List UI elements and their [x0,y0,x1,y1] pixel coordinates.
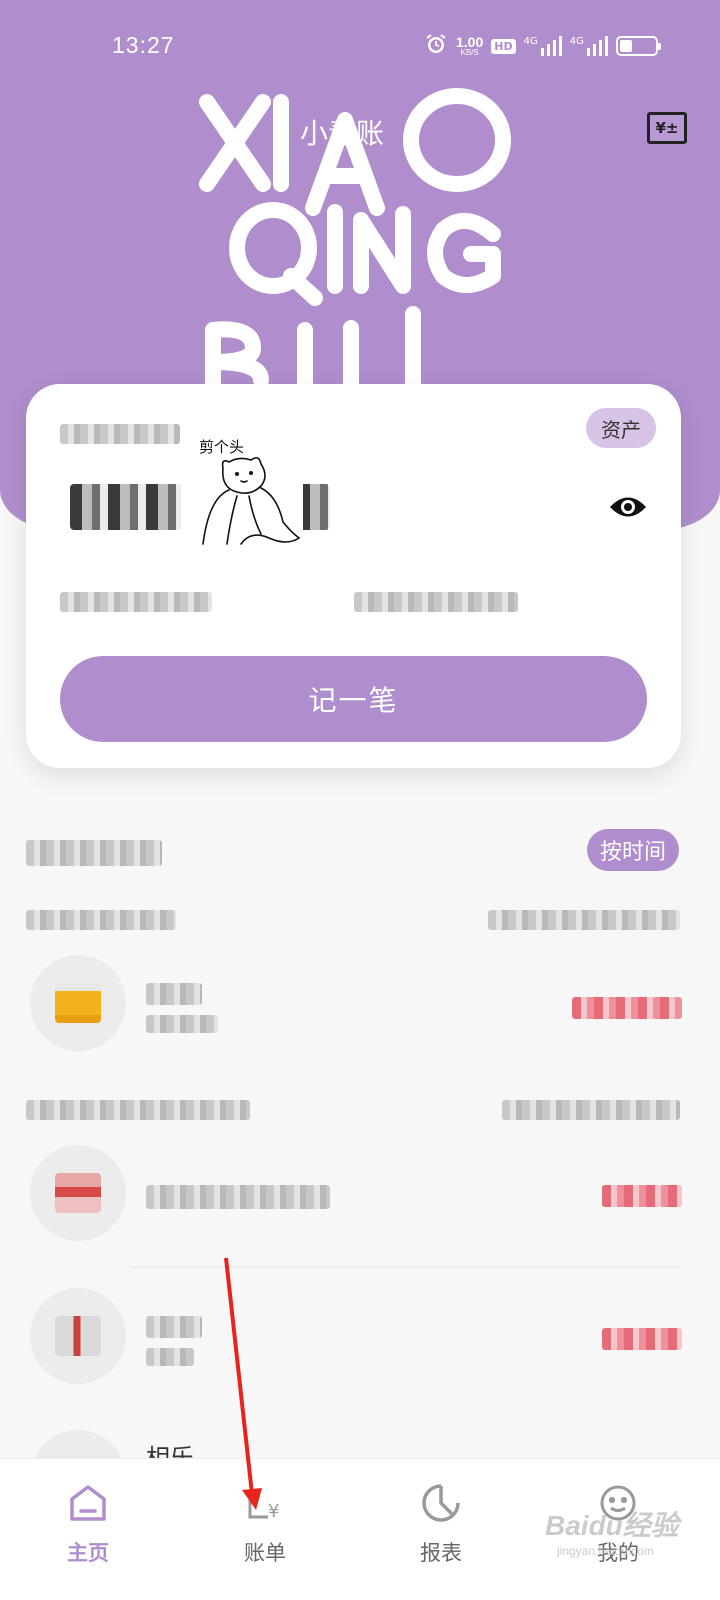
watermark-brand: Baidu经验 [545,1510,679,1541]
svg-text:¥: ¥ [268,1501,279,1522]
signal-icon-1: 4G [524,36,562,56]
sticker-caption: 剪个头 [199,438,244,456]
blurred-day-total-1 [488,910,680,930]
record-row[interactable] [26,955,686,1055]
blurred-record-note [146,1015,218,1033]
signal-label-2: 4G [569,36,584,47]
home-icon [66,1481,110,1525]
blurred-record-amount [602,1328,682,1350]
sort-by-time-button[interactable]: 按时间 [587,829,679,871]
calculator-button[interactable]: ¥± [647,112,687,144]
net-speed: 1.00 KB/S [456,35,483,57]
tab-label: 主页 [67,1541,109,1565]
bill-icon: ¥ [243,1481,287,1525]
battery-level [619,40,632,52]
record-entry-button[interactable]: 记一笔 [60,656,647,742]
tab-reports[interactable]: 报表 [381,1459,501,1600]
tab-home[interactable]: 主页 [28,1459,148,1600]
eye-icon[interactable] [608,492,648,522]
row-divider [130,1266,680,1268]
status-time: 13:27 [112,32,175,58]
watermark-site: jingyan.baidu.com [557,1544,654,1558]
status-icons: 1.00 KB/S HD 4G 4G [424,32,661,60]
category-icon [30,1145,126,1241]
blurred-monthly-income [60,592,212,612]
app-title: 小青账 [300,117,385,150]
tab-bills[interactable]: ¥ 账单 [205,1459,325,1600]
blurred-record-note [146,1348,194,1366]
blurred-monthly-budget [354,592,518,612]
chart-icon [419,1481,463,1525]
blurred-date-header-1 [26,910,176,930]
sticker-image: 剪个头 [181,426,303,548]
blurred-record-title [146,1316,202,1338]
blurred-record-amount [572,997,682,1019]
blurred-card-label [60,424,180,444]
alarm-icon [424,32,448,60]
summary-card: 剪个头 资产 记一笔 [26,384,681,768]
signal-icon-2: 4G [570,36,608,56]
net-speed-value: 1.00 [456,34,484,50]
signal-label-1: 4G [523,36,538,47]
record-row[interactable] [26,1145,686,1245]
record-row[interactable] [26,1288,686,1388]
category-icon [30,1288,126,1384]
blurred-record-title [146,1185,330,1209]
blurred-date-header-2 [26,1100,250,1120]
asset-button[interactable]: 资产 [586,408,656,448]
blurred-record-title [146,983,202,1005]
baidu-watermark: Baidu经验 jingyan.baidu.com [545,1504,695,1564]
net-speed-unit: KB/S [460,48,479,57]
tab-label: 账单 [244,1541,286,1565]
hd-badge: HD [491,38,516,54]
blurred-day-total-2 [502,1100,680,1120]
battery-icon [615,36,661,56]
blurred-record-amount [602,1185,682,1207]
tab-label: 报表 [420,1541,462,1565]
status-bar: 13:27 1.00 KB/S HD 4G 4G [0,28,720,64]
category-icon [30,955,126,1051]
blurred-section-title [26,840,162,866]
